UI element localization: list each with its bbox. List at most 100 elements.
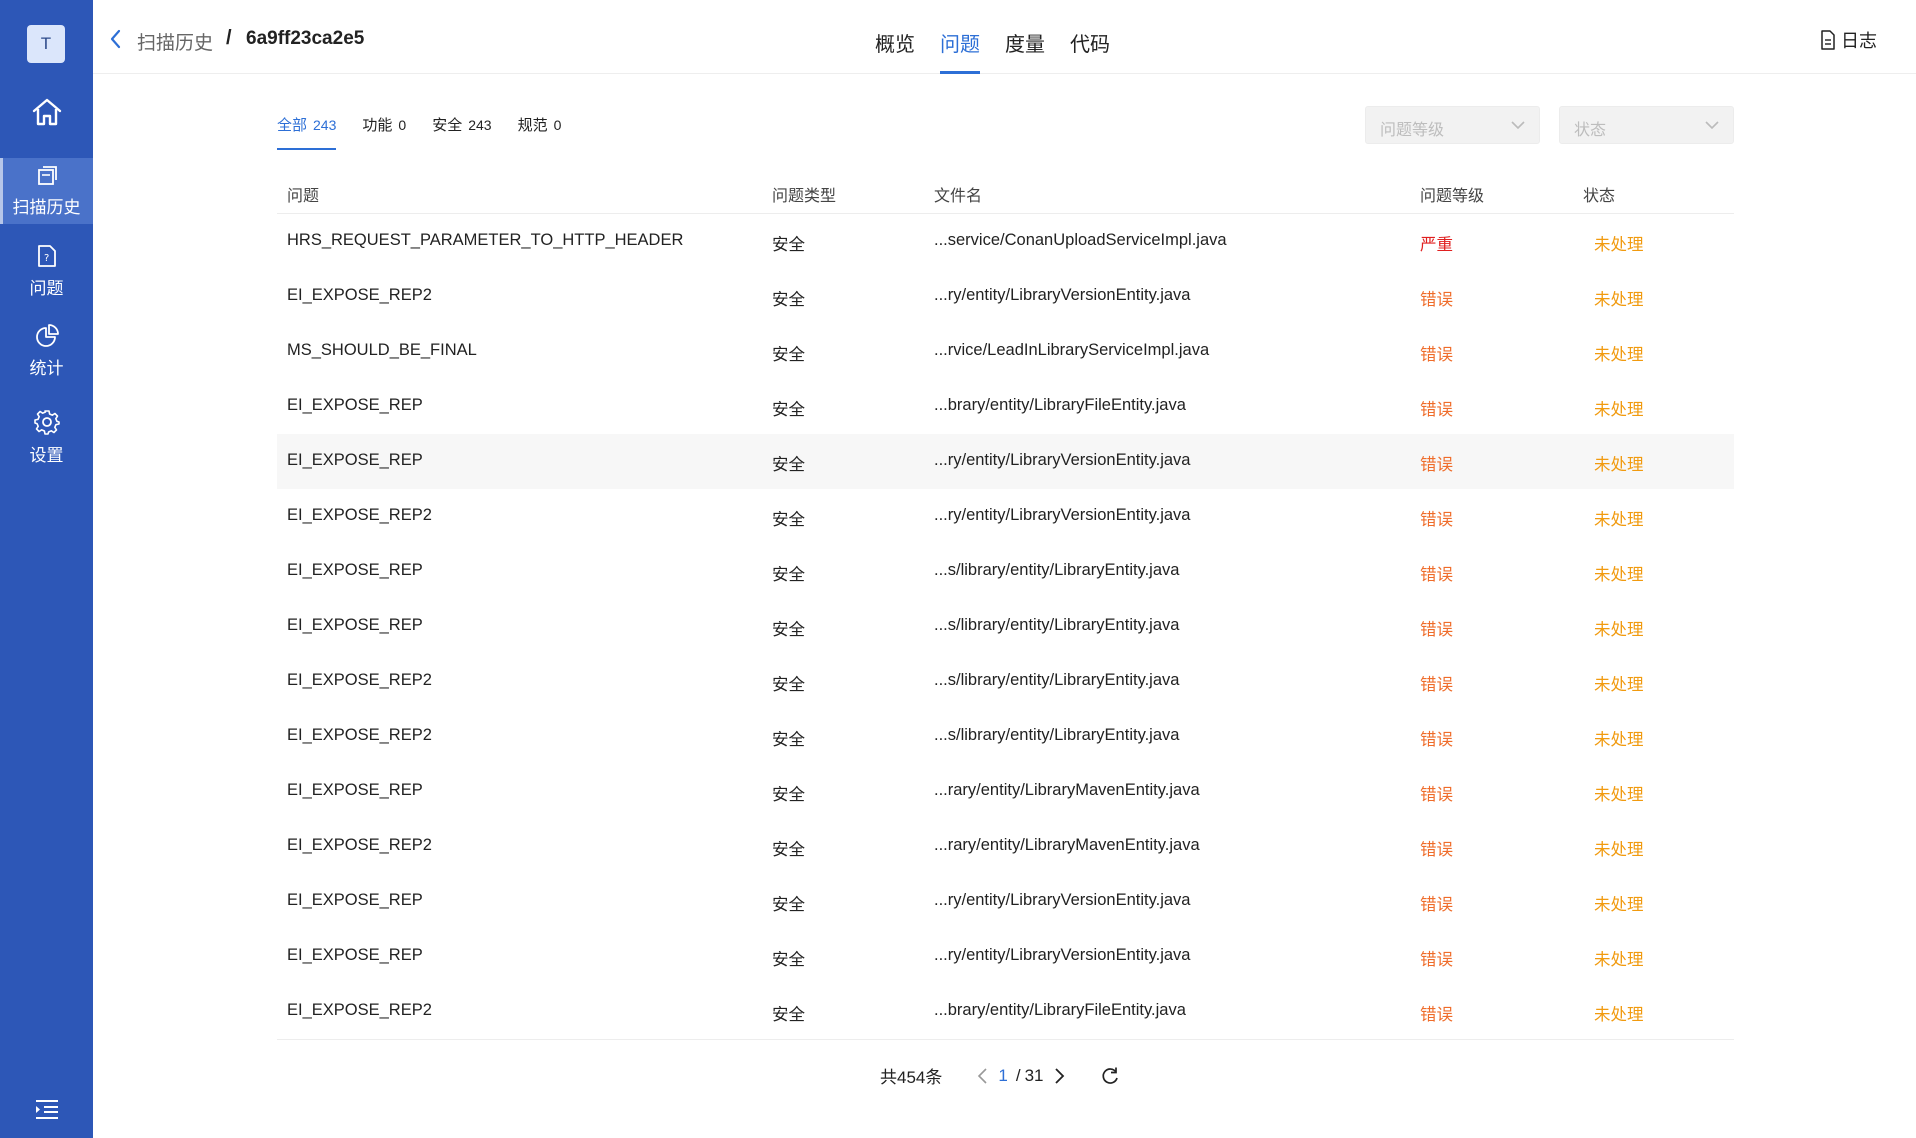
issues-table: 问题 问题类型 文件名 问题等级 状态 HRS_REQUEST_PARAMETE… <box>277 172 1734 1040</box>
cell-level: 错误 <box>1420 731 1453 749</box>
cell-filename: ...rvice/LeadInLibraryServiceImpl.java <box>934 341 1210 359</box>
cell-filename: ...rary/entity/LibraryMavenEntity.java <box>934 781 1200 799</box>
cell-issue: EI_EXPOSE_REP2 <box>287 286 432 304</box>
avatar[interactable]: T <box>27 25 65 63</box>
back-button[interactable] <box>108 28 124 50</box>
refresh-icon[interactable] <box>1100 1066 1120 1086</box>
total-pages: 31 <box>1024 1065 1044 1085</box>
sidebar-collapse-button[interactable] <box>34 1098 60 1120</box>
table-row[interactable]: EI_EXPOSE_REP2 安全 ...rary/entity/LibraryMa… <box>277 819 1734 874</box>
breadcrumb-current: 6a9ff23ca2e5 <box>246 28 365 49</box>
table-row[interactable]: EI_EXPOSE_REP2 安全 ...s/library/entity/Libr… <box>277 654 1734 709</box>
cell-type: 安全 <box>772 346 805 364</box>
cell-filename: ...ry/entity/LibraryVersionEntity.java <box>934 506 1191 524</box>
pagination: 共454条 1 / 31 <box>880 1063 1120 1088</box>
total-count: 共454条 <box>880 1068 943 1087</box>
cell-type: 安全 <box>772 731 805 749</box>
table-footer-divider <box>277 1039 1734 1040</box>
column-header-status: 状态 <box>1583 188 1616 205</box>
subtab-label: 安全 <box>432 117 463 134</box>
sidebar-item-label: 问题 <box>29 278 64 298</box>
home-button[interactable] <box>0 88 93 136</box>
cell-level: 错误 <box>1420 566 1453 584</box>
cell-filename: ...brary/entity/LibraryFileEntity.java <box>934 1001 1186 1019</box>
menu-collapse-icon <box>36 1100 58 1119</box>
subtab-label: 规范 <box>517 117 548 134</box>
cell-level: 错误 <box>1420 346 1453 364</box>
table-row[interactable]: EI_EXPOSE_REP 安全 ...ry/entity/LibraryVersi… <box>277 874 1734 929</box>
prev-page-icon[interactable] <box>976 1067 990 1085</box>
table-row[interactable]: EI_EXPOSE_REP2 安全 ...ry/entity/LibraryVers… <box>277 489 1734 544</box>
cell-issue: EI_EXPOSE_REP <box>287 616 423 634</box>
status-select[interactable]: 状态 <box>1559 106 1734 144</box>
table-row[interactable]: MS_SHOULD_BE_FINAL 安全 ...rvice/LeadInLibra… <box>277 324 1734 379</box>
column-header-level: 问题等级 <box>1420 188 1485 205</box>
cell-filename: ...rary/entity/LibraryMavenEntity.java <box>934 836 1200 854</box>
current-page: 1 <box>998 1065 1008 1085</box>
issue-level-select[interactable]: 问题等级 <box>1365 106 1540 144</box>
cell-filename: ...s/library/entity/LibraryEntity.java <box>934 671 1180 689</box>
log-button[interactable]: 日志 <box>1820 27 1877 53</box>
sidebar-item-settings[interactable]: 设置 <box>0 404 93 470</box>
table-row[interactable]: EI_EXPOSE_REP2 安全 ...s/library/entity/Libr… <box>277 709 1734 764</box>
sidebar-item-scan-history[interactable]: 扫描历史 <box>0 158 93 224</box>
cell-status: 未处理 <box>1594 621 1644 639</box>
table-row[interactable]: EI_EXPOSE_REP 安全 ...ry/entity/LibraryVersi… <box>277 434 1734 489</box>
table-row[interactable]: EI_EXPOSE_REP 安全 ...s/library/entity/Libra… <box>277 544 1734 599</box>
subtab-convention[interactable]: 规范 0 <box>518 114 562 150</box>
subtab-security[interactable]: 安全 243 <box>432 114 491 150</box>
chevron-left-icon <box>110 29 121 49</box>
cell-level: 错误 <box>1420 401 1453 419</box>
chevron-down-icon <box>1705 121 1719 130</box>
cell-status: 未处理 <box>1594 291 1644 309</box>
cell-status: 未处理 <box>1594 731 1644 749</box>
sidebar: T 扫描历史 ? 问题 统计 设置 <box>0 0 93 1138</box>
cell-level: 错误 <box>1420 951 1453 969</box>
pie-chart-icon <box>35 323 59 347</box>
next-page-icon[interactable] <box>1052 1067 1066 1085</box>
column-header-issue: 问题 <box>287 188 320 205</box>
cell-level: 错误 <box>1420 621 1453 639</box>
table-row[interactable]: EI_EXPOSE_REP 安全 ...ry/entity/LibraryVersi… <box>277 929 1734 984</box>
cell-filename: ...ry/entity/LibraryVersionEntity.java <box>934 946 1191 964</box>
table-row[interactable]: EI_EXPOSE_REP 安全 ...rary/entity/LibraryMav… <box>277 764 1734 819</box>
cell-status: 未处理 <box>1594 346 1644 364</box>
subtab-function[interactable]: 功能 0 <box>362 114 406 150</box>
cell-type: 安全 <box>772 676 805 694</box>
cell-filename: ...ry/entity/LibraryVersionEntity.java <box>934 451 1191 469</box>
subtab-count: 0 <box>553 117 562 133</box>
cell-type: 安全 <box>772 236 805 254</box>
table-row[interactable]: EI_EXPOSE_REP 安全 ...s/library/entity/Libra… <box>277 599 1734 654</box>
cell-type: 安全 <box>772 511 805 529</box>
cell-level: 错误 <box>1420 1006 1453 1024</box>
cell-issue: EI_EXPOSE_REP <box>287 781 423 799</box>
cell-type: 安全 <box>772 621 805 639</box>
table-row[interactable]: EI_EXPOSE_REP2 安全 ...brary/entity/LibraryF… <box>277 984 1734 1039</box>
cell-status: 未处理 <box>1594 786 1644 804</box>
table-row[interactable]: HRS_REQUEST_PARAMETER_TO_HTTP_HEADER 安全..… <box>277 214 1734 269</box>
cell-filename: ...service/ConanUploadServiceImpl.java <box>934 231 1227 249</box>
sidebar-item-issues[interactable]: ? 问题 <box>0 238 93 304</box>
file-question-icon: ? <box>37 244 56 267</box>
tab-code[interactable]: 代码 <box>1070 0 1110 74</box>
home-icon <box>32 98 61 126</box>
cell-type: 安全 <box>772 896 805 914</box>
sidebar-item-statistics[interactable]: 统计 <box>0 318 93 384</box>
cell-issue: HRS_REQUEST_PARAMETER_TO_HTTP_HEADER <box>287 231 684 249</box>
cell-level: 错误 <box>1420 676 1453 694</box>
table-row[interactable]: EI_EXPOSE_REP2 安全 ...ry/entity/LibraryVers… <box>277 269 1734 324</box>
breadcrumb-parent[interactable]: 扫描历史 <box>137 28 213 55</box>
subtab-all[interactable]: 全部 243 <box>277 114 337 150</box>
cell-type: 安全 <box>772 786 805 804</box>
cell-status: 未处理 <box>1594 401 1644 419</box>
breadcrumb-separator: / <box>226 27 232 49</box>
table-header: 问题 问题类型 文件名 问题等级 状态 <box>277 172 1734 214</box>
tab-overview[interactable]: 概览 <box>875 0 915 74</box>
table-row[interactable]: EI_EXPOSE_REP 安全 ...brary/entity/LibraryFi… <box>277 379 1734 434</box>
select-placeholder: 状态 <box>1574 122 1607 139</box>
tab-issues[interactable]: 问题 <box>940 0 980 74</box>
tab-metrics[interactable]: 度量 <box>1005 0 1045 74</box>
select-placeholder: 问题等级 <box>1380 122 1445 139</box>
cell-status: 未处理 <box>1594 676 1644 694</box>
issue-category-tabs: 全部 243 功能 0 安全 243 规范 0 <box>277 114 587 150</box>
